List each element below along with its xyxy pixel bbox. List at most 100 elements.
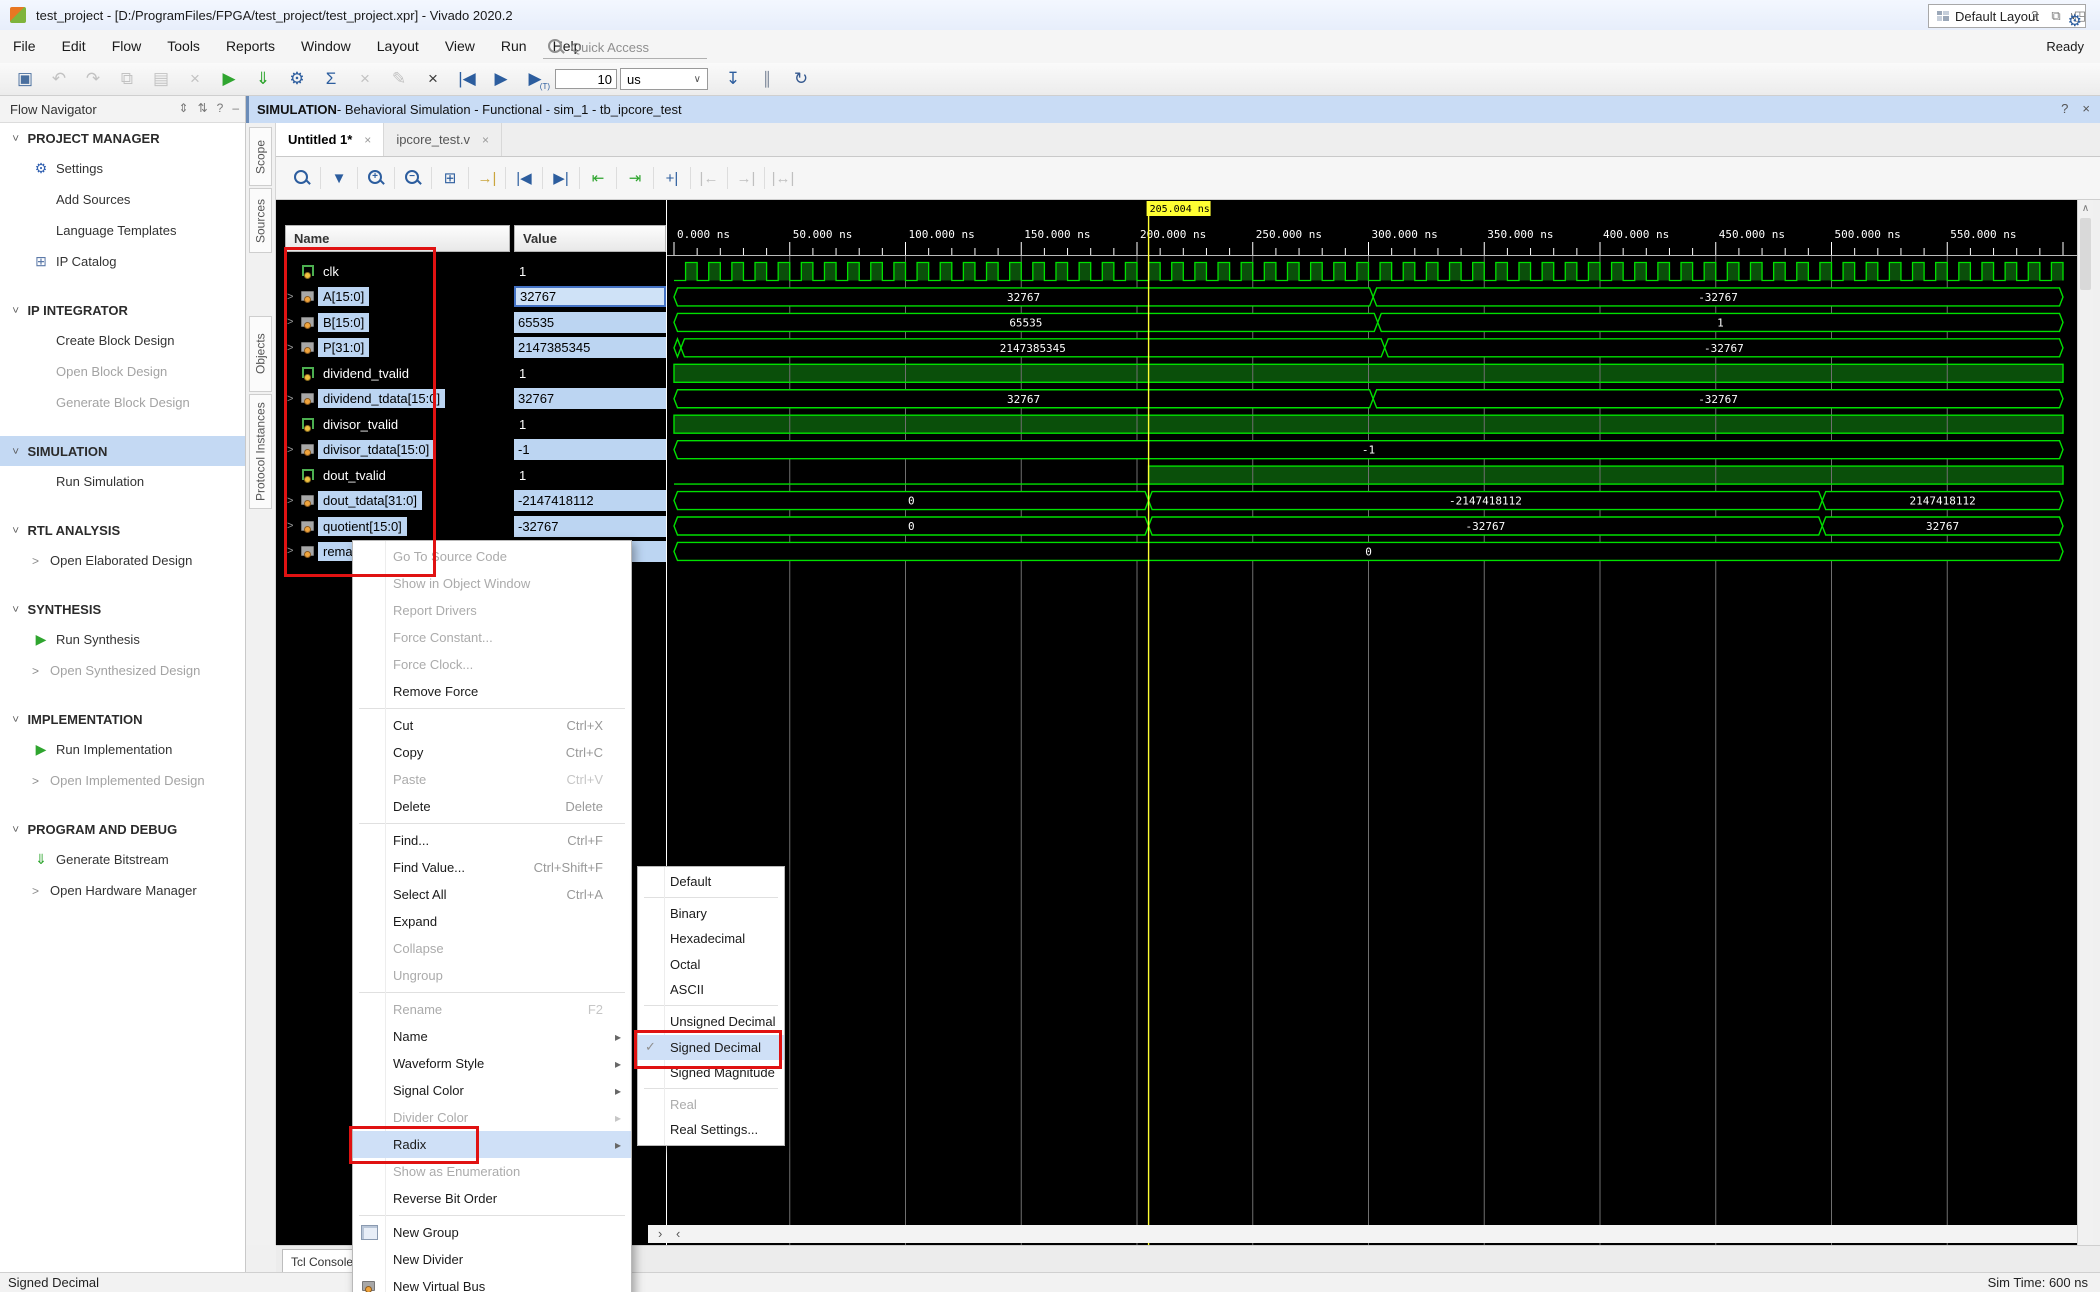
- flow-item-run-implementation[interactable]: ▶Run Implementation: [0, 734, 245, 765]
- radix-option-binary[interactable]: Binary: [638, 901, 784, 926]
- radix-option-octal[interactable]: Octal: [638, 952, 784, 977]
- flow-section-simulation[interactable]: >SIMULATION: [0, 436, 245, 466]
- side-tab-sources[interactable]: Sources: [249, 188, 272, 253]
- step-icon[interactable]: ↧: [716, 69, 750, 89]
- close-tab-icon[interactable]: ×: [482, 133, 489, 147]
- add-marker-icon[interactable]: +|: [658, 170, 686, 187]
- signal-value-b-15-0[interactable]: 65535: [514, 310, 666, 335]
- menu-item-expand[interactable]: Expand: [353, 908, 631, 935]
- report-sum-icon[interactable]: Σ: [314, 69, 348, 89]
- run-for-time-icon[interactable]: ▶(T): [518, 69, 552, 89]
- run-all-icon[interactable]: ▶: [484, 69, 518, 89]
- flow-section-program-and-debug[interactable]: >PROGRAM AND DEBUG: [0, 814, 245, 844]
- flow-item-add-sources[interactable]: Add Sources: [0, 184, 245, 215]
- signal-value-p-31-0[interactable]: 2147385345: [514, 335, 666, 360]
- minimize-icon[interactable]: –: [232, 101, 239, 115]
- close-tab-icon[interactable]: ×: [364, 133, 371, 147]
- menu-reports[interactable]: Reports: [213, 30, 288, 54]
- help-icon[interactable]: ?: [2061, 101, 2068, 116]
- menu-item-delete[interactable]: DeleteDelete: [353, 793, 631, 820]
- run-icon[interactable]: ▶: [212, 69, 246, 89]
- find-icon[interactable]: [288, 169, 316, 187]
- flow-item-language-templates[interactable]: Language Templates: [0, 215, 245, 246]
- menu-item-name[interactable]: Name▸: [353, 1023, 631, 1050]
- signal-value-quotient-15-0[interactable]: -32767: [514, 514, 666, 539]
- signal-value-dout-tvalid[interactable]: 1: [514, 463, 666, 488]
- flow-section-project-manager[interactable]: >PROJECT MANAGER: [0, 123, 245, 153]
- menu-edit[interactable]: Edit: [49, 30, 99, 54]
- horizontal-scrollbar[interactable]: › ‹: [648, 1225, 2077, 1243]
- side-tab-protocol-instances[interactable]: Protocol Instances: [249, 394, 272, 509]
- menu-item-find-value[interactable]: Find Value...Ctrl+Shift+F: [353, 854, 631, 881]
- flow-item-run-synthesis[interactable]: ▶Run Synthesis: [0, 624, 245, 655]
- tab-tcl-console[interactable]: Tcl Console: [282, 1249, 360, 1273]
- restart-sim-icon[interactable]: |◀: [450, 69, 484, 89]
- menu-window[interactable]: Window: [288, 30, 364, 54]
- generate-bitstream-icon[interactable]: ⇓: [246, 69, 280, 89]
- next-transition-icon[interactable]: ⇥: [621, 169, 649, 187]
- signal-value-clk[interactable]: 1: [514, 259, 666, 284]
- scroll-left-icon[interactable]: ‹: [676, 1226, 680, 1241]
- close-icon[interactable]: ×: [2082, 101, 2090, 116]
- menu-item-new-divider[interactable]: New Divider: [353, 1246, 631, 1273]
- settings-gear-icon[interactable]: ⚙: [280, 69, 314, 89]
- flow-item-open-elaborated-design[interactable]: >Open Elaborated Design: [0, 545, 245, 576]
- menu-run[interactable]: Run: [488, 30, 540, 54]
- side-tab-scope[interactable]: Scope: [249, 127, 272, 186]
- menu-tools[interactable]: Tools: [154, 30, 213, 54]
- scroll-up-icon[interactable]: ∧: [2078, 200, 2093, 214]
- radix-option-ascii[interactable]: ASCII: [638, 977, 784, 1002]
- menu-view[interactable]: View: [432, 30, 488, 54]
- clear-icon[interactable]: ×: [416, 69, 450, 89]
- menu-item-select-all[interactable]: Select AllCtrl+A: [353, 881, 631, 908]
- menu-item-find[interactable]: Find...Ctrl+F: [353, 827, 631, 854]
- value-column-header[interactable]: Value: [514, 225, 666, 252]
- flow-section-implementation[interactable]: >IMPLEMENTATION: [0, 704, 245, 734]
- menu-item-cut[interactable]: CutCtrl+X: [353, 712, 631, 739]
- flow-item-settings[interactable]: ⚙Settings: [0, 153, 245, 184]
- menu-item-remove-force[interactable]: Remove Force: [353, 678, 631, 705]
- radix-option-hexadecimal[interactable]: Hexadecimal: [638, 926, 784, 951]
- pause-icon[interactable]: ∥: [750, 69, 784, 89]
- menu-item-waveform-style[interactable]: Waveform Style▸: [353, 1050, 631, 1077]
- menu-item-new-virtual-bus[interactable]: New Virtual Bus: [353, 1273, 631, 1292]
- help-icon[interactable]: ?: [217, 101, 224, 115]
- time-unit-select[interactable]: us∨: [620, 68, 708, 90]
- expand-collapse-icon[interactable]: ⇅: [198, 101, 208, 115]
- menu-item-reverse-bit-order[interactable]: Reverse Bit Order: [353, 1185, 631, 1212]
- menu-item-new-group[interactable]: New Group: [353, 1219, 631, 1246]
- tab-ipcore-test-v[interactable]: ipcore_test.v×: [384, 123, 502, 156]
- radix-option-real-settings[interactable]: Real Settings...: [638, 1117, 784, 1142]
- scrollbar-thumb[interactable]: [2080, 218, 2091, 290]
- menu-flow[interactable]: Flow: [99, 30, 155, 54]
- signal-value-divisor-tdata-15-0[interactable]: -1: [514, 437, 666, 462]
- quick-access-search[interactable]: Quick Access: [543, 36, 707, 59]
- go-to-end-icon[interactable]: ▶|: [547, 169, 575, 187]
- flow-item-run-simulation[interactable]: Run Simulation: [0, 466, 245, 497]
- menu-item-signal-color[interactable]: Signal Color▸: [353, 1077, 631, 1104]
- menu-layout[interactable]: Layout: [364, 30, 432, 54]
- collapse-all-icon[interactable]: ⇕: [179, 101, 189, 115]
- signal-value-dividend-tdata-15-0[interactable]: 32767: [514, 386, 666, 411]
- help-icon[interactable]: ?: [2031, 8, 2038, 24]
- wave-settings-gear-icon[interactable]: ⚙: [2068, 11, 2082, 31]
- zoom-in-icon[interactable]: +: [362, 169, 390, 187]
- flow-section-rtl-analysis[interactable]: >RTL ANALYSIS: [0, 515, 245, 545]
- side-tab-objects[interactable]: Objects: [249, 316, 272, 392]
- flow-item-open-hardware-manager[interactable]: >Open Hardware Manager: [0, 875, 245, 906]
- float-icon[interactable]: ⧉: [2051, 8, 2060, 24]
- open-recent-icon[interactable]: ▣: [8, 69, 42, 89]
- tab-untitled-1[interactable]: Untitled 1*×: [276, 123, 384, 156]
- scroll-right-icon[interactable]: ›: [658, 1226, 662, 1241]
- signal-value-dividend-tvalid[interactable]: 1: [514, 361, 666, 386]
- signal-value-divisor-tvalid[interactable]: 1: [514, 412, 666, 437]
- menu-file[interactable]: File: [0, 30, 49, 54]
- flow-section-synthesis[interactable]: >SYNTHESIS: [0, 594, 245, 624]
- relaunch-icon[interactable]: ↻: [784, 69, 818, 89]
- save-waveform-icon[interactable]: ▼: [325, 170, 353, 187]
- signal-value-dout-tdata-31-0[interactable]: -2147418112: [514, 488, 666, 513]
- flow-item-ip-catalog[interactable]: ⊞IP Catalog: [0, 246, 245, 277]
- previous-transition-icon[interactable]: ⇤: [584, 169, 612, 187]
- flow-item-generate-bitstream[interactable]: ⇓Generate Bitstream: [0, 844, 245, 875]
- run-time-input[interactable]: [555, 69, 617, 89]
